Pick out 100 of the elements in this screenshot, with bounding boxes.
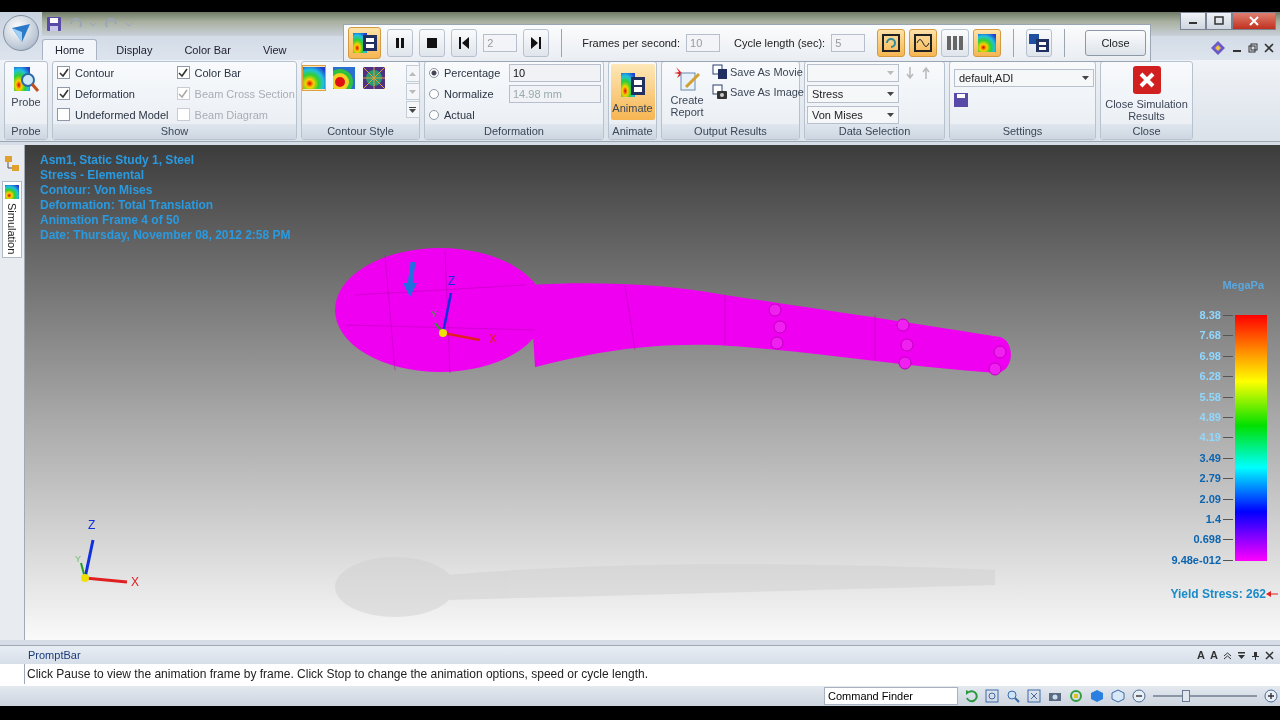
next-frame-button[interactable] (523, 29, 550, 57)
dropdown-value: default,ADI (959, 72, 1014, 84)
legend-value: 4.89 (1199, 411, 1221, 425)
wave-toggle[interactable] (909, 29, 938, 57)
font-larger-button[interactable]: A (1197, 649, 1206, 661)
mesh-contour-button[interactable] (361, 65, 386, 91)
ribbon-tab[interactable]: Display (103, 39, 166, 60)
close-simulation-button[interactable]: Close Simulation Results (1099, 64, 1194, 123)
command-finder-field[interactable]: Command Finder (824, 687, 958, 705)
loop-toggle[interactable] (877, 29, 906, 57)
application-button[interactable] (3, 15, 39, 51)
dropdown[interactable]: Von Mises (807, 106, 899, 124)
probe-icon (12, 65, 40, 95)
probe-button[interactable]: Probe (9, 64, 43, 109)
close-animation-button[interactable]: Close (1084, 30, 1146, 56)
ribbon-tab[interactable]: Home (42, 39, 98, 60)
close-button[interactable] (1232, 12, 1276, 30)
pause-icon (394, 37, 407, 49)
dropdown-value: Stress (812, 88, 844, 100)
restore-icon[interactable] (1248, 43, 1258, 53)
zoom-slider[interactable] (1153, 690, 1257, 702)
axis-label: Y (431, 308, 437, 320)
legend-unit: MegaPa (1222, 279, 1264, 291)
collapse-icon[interactable] (1223, 650, 1232, 660)
dropdown-icon[interactable] (1237, 650, 1246, 660)
group-label: Deformation (425, 124, 603, 139)
legend-value: 8.38 (1199, 309, 1221, 322)
save-as-image-button[interactable]: Save As Image (712, 84, 804, 100)
dropdown[interactable]: Stress (807, 85, 899, 103)
checkbox[interactable]: Color Bar (176, 64, 295, 81)
axis-label: X (489, 333, 497, 345)
cube-outline-icon[interactable] (1111, 689, 1125, 703)
minimize-button[interactable] (1180, 12, 1206, 30)
axis-label: Z (448, 275, 456, 287)
axis-label: Y (75, 553, 81, 565)
refresh-icon[interactable] (964, 689, 978, 703)
group-label: Output Results (662, 124, 799, 139)
save-icon[interactable] (954, 93, 968, 107)
close-icon (1249, 16, 1259, 26)
ribbon-tab[interactable]: View (249, 39, 300, 60)
simulation-tab[interactable]: Simulation (2, 181, 22, 259)
legend-value: 3.49 (1199, 451, 1221, 465)
help-icon[interactable] (1210, 40, 1226, 56)
legend-value: 1.4 (1205, 513, 1221, 527)
settings-dropdown[interactable]: default,ADI (954, 69, 1094, 87)
radio-button[interactable]: Actual (429, 109, 505, 121)
result-info-line: Stress - Elemental (40, 168, 146, 183)
deformation-field[interactable]: 10 (509, 64, 601, 82)
slider-thumb[interactable] (1181, 690, 1190, 702)
radio-button[interactable]: Percentage (429, 67, 505, 79)
checkbox[interactable]: Contour (57, 64, 169, 81)
caret-icon (1082, 76, 1089, 80)
save-as-movie-button[interactable]: Save As Movie (712, 64, 804, 80)
legend-value: 6.98 (1199, 349, 1221, 363)
fit-icon[interactable] (1027, 689, 1041, 703)
close-icon[interactable] (1265, 650, 1274, 660)
bars-icon (945, 33, 966, 53)
next-icon (530, 36, 543, 50)
banded-contour-button[interactable] (331, 65, 356, 91)
ribbon-tab[interactable]: Color Bar (171, 39, 244, 60)
banded-contour-icon (332, 67, 355, 89)
close-icon[interactable] (1264, 43, 1274, 53)
zoom-out-icon[interactable] (1132, 689, 1146, 703)
bars-toggle[interactable] (941, 29, 970, 57)
pause-button[interactable] (387, 29, 414, 57)
checkbox-label: Deformation (75, 87, 135, 100)
corner-triad-drawing (80, 539, 128, 584)
checkbox[interactable]: Undeformed Model (57, 106, 169, 123)
zoom-in-icon[interactable] (1264, 689, 1278, 703)
camera-icon (712, 84, 728, 100)
font-smaller-button[interactable]: A (1210, 649, 1218, 661)
frames-per-second-label: Frames per second: (582, 37, 681, 49)
stop-icon (426, 37, 439, 49)
checkbox[interactable]: Deformation (57, 85, 169, 102)
result-info-line: Contour: Von Mises (40, 183, 154, 198)
legend-value: 6.28 (1199, 370, 1221, 384)
legend-value: 9.48e-012 (1171, 553, 1221, 567)
smooth-contour-button[interactable] (301, 65, 326, 91)
save-icon[interactable] (46, 16, 62, 32)
load-arrow (403, 261, 417, 297)
animate-button[interactable]: Animate (610, 64, 655, 120)
legend-value: 0.698 (1193, 533, 1221, 547)
create-report-button[interactable]: Create Report (664, 64, 710, 119)
pin-icon[interactable] (1251, 650, 1260, 660)
zoom-icon[interactable] (1006, 689, 1020, 703)
contour-toggle[interactable] (973, 29, 1002, 57)
group-label: Animate (609, 124, 656, 139)
previous-frame-button[interactable] (451, 29, 478, 57)
cube-icon[interactable] (1090, 689, 1104, 703)
zoom-area-icon[interactable] (985, 689, 999, 703)
checkbox-label: Beam Cross Section (194, 87, 295, 100)
result-info-line: Animation Frame 4 of 50 (40, 213, 181, 228)
rotate-icon[interactable] (1069, 689, 1083, 703)
stop-button[interactable] (419, 29, 446, 57)
mesh-contour-icon (362, 67, 385, 89)
dropdown-value: Von Mises (812, 109, 863, 121)
more-button[interactable] (405, 101, 420, 118)
save-animation-button[interactable] (1026, 29, 1053, 57)
animation-film-button[interactable] (348, 27, 382, 59)
maximize-button[interactable] (1206, 12, 1232, 30)
